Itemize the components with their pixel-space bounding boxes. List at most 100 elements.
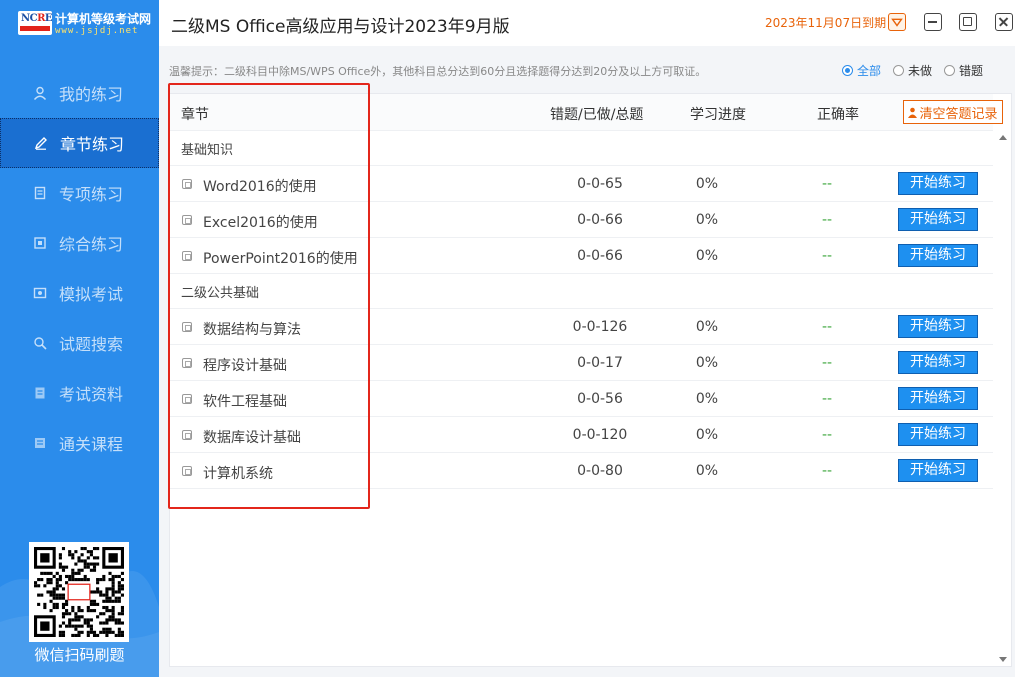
scroll-up-icon[interactable]	[999, 135, 1007, 140]
table-row: 数据库设计基础 0-0-120 0% -- 开始练习	[170, 417, 993, 453]
chapter-accuracy: --	[821, 176, 833, 192]
sidebar-item-label: 模拟考试	[59, 285, 124, 304]
header-progress: 学习进度	[690, 107, 746, 123]
vertical-scrollbar[interactable]	[995, 131, 1011, 666]
chapter-progress: 0%	[695, 319, 719, 335]
title-bar: 二级MS Office高级应用与设计2023年9月版 2023年11月07日到期	[159, 0, 1015, 46]
maximize-button[interactable]	[959, 13, 977, 31]
filter-radio-0[interactable]: 全部	[842, 62, 881, 79]
main-content: 温馨提示：二级科目中除MS/WPS Office外，其他科目总分达到60分且选择…	[159, 46, 1015, 677]
chapter-accuracy: --	[821, 355, 833, 371]
group-header: 二级公共基础	[170, 274, 993, 309]
header-stats: 错题/已做/总题	[550, 107, 644, 123]
chapter-stats: 0-0-126	[572, 319, 628, 335]
start-practice-button[interactable]: 开始练习	[898, 351, 978, 374]
table-row: Excel2016的使用 0-0-66 0% -- 开始练习	[170, 202, 993, 238]
chapter-progress: 0%	[695, 212, 719, 228]
header-chapter: 章节	[181, 107, 209, 123]
chapter-name: 计算机系统	[203, 466, 273, 482]
chapter-icon	[182, 466, 192, 476]
qr-code	[29, 542, 129, 642]
ncre-logo-icon: NCRE	[18, 11, 53, 35]
minimize-button[interactable]	[924, 13, 942, 31]
sidebar-item-0[interactable]: 我的练习	[0, 68, 159, 118]
header-accuracy: 正确率	[817, 107, 859, 123]
sidebar-item-1[interactable]: 章节练习	[0, 118, 159, 168]
sidebar-nav: 我的练习章节练习专项练习综合练习模拟考试试题搜索考试资料通关课程	[0, 68, 159, 468]
chapter-stats: 0-0-66	[577, 248, 623, 264]
sidebar-item-label: 我的练习	[59, 85, 124, 104]
radio-icon	[944, 65, 956, 76]
table-row: Word2016的使用 0-0-65 0% -- 开始练习	[170, 166, 993, 202]
chapter-icon	[182, 215, 192, 225]
chapter-name: 数据结构与算法	[203, 322, 301, 338]
close-button[interactable]	[995, 13, 1013, 31]
sidebar-item-2[interactable]: 专项练习	[0, 168, 159, 218]
sidebar-item-4[interactable]: 模拟考试	[0, 268, 159, 318]
chapter-list: 基础知识 Word2016的使用 0-0-65 0% -- 开始练习 Excel2016的使…	[170, 131, 993, 489]
chapter-stats: 0-0-80	[577, 463, 623, 479]
chapter-accuracy: --	[821, 248, 833, 264]
document-icon	[33, 186, 47, 200]
table-row: 计算机系统 0-0-80 0% -- 开始练习	[170, 453, 993, 489]
start-practice-button[interactable]: 开始练习	[898, 387, 978, 410]
scroll-down-icon[interactable]	[999, 657, 1007, 662]
logo-title: 计算机等级考试网	[55, 12, 152, 26]
table-row: PowerPoint2016的使用 0-0-66 0% -- 开始练习	[170, 238, 993, 274]
filter-radio-1[interactable]: 未做	[893, 62, 932, 79]
chapter-accuracy: --	[821, 463, 833, 479]
chapter-name: PowerPoint2016的使用	[203, 251, 358, 267]
chapter-name: 数据库设计基础	[203, 430, 301, 446]
start-practice-button[interactable]: 开始练习	[898, 315, 978, 338]
chapter-stats: 0-0-120	[572, 427, 628, 443]
start-practice-button[interactable]: 开始练习	[898, 244, 978, 267]
logo-badge-stripe	[20, 26, 50, 31]
chapter-stats: 0-0-66	[577, 212, 623, 228]
sidebar-item-label: 考试资料	[59, 385, 124, 404]
sidebar-item-label: 专项练习	[59, 185, 124, 204]
chapter-name: 软件工程基础	[203, 394, 287, 410]
window-title: 二级MS Office高级应用与设计2023年9月版	[171, 17, 510, 37]
pencil-icon	[34, 136, 48, 150]
chapter-icon	[182, 430, 192, 440]
start-practice-button[interactable]: 开始练习	[898, 423, 978, 446]
vip-badge-icon[interactable]	[888, 13, 906, 31]
chapter-stats: 0-0-65	[577, 176, 623, 192]
sidebar-item-label: 章节练习	[60, 135, 125, 154]
table-row: 数据结构与算法 0-0-126 0% -- 开始练习	[170, 309, 993, 345]
chapter-icon	[182, 358, 192, 368]
chapter-panel: 章节 错题/已做/总题 学习进度 正确率 清空答题记录 基础知识 Word2016…	[169, 93, 1012, 667]
table-header: 章节 错题/已做/总题 学习进度 正确率 清空答题记录	[170, 94, 1003, 131]
layers-icon	[33, 236, 47, 250]
user-icon	[908, 107, 918, 118]
filter-label: 错题	[959, 64, 984, 78]
course-icon	[33, 436, 47, 450]
radio-icon	[842, 65, 853, 76]
chapter-progress: 0%	[695, 355, 719, 371]
chapter-progress: 0%	[695, 391, 719, 407]
start-practice-button[interactable]: 开始练习	[898, 172, 978, 195]
sidebar-item-7[interactable]: 通关课程	[0, 418, 159, 468]
start-practice-button[interactable]: 开始练习	[898, 459, 978, 482]
qr-code-icon	[34, 547, 124, 637]
chapter-stats: 0-0-56	[577, 391, 623, 407]
chapter-progress: 0%	[695, 248, 719, 264]
sidebar-item-6[interactable]: 考试资料	[0, 368, 159, 418]
sidebar-item-3[interactable]: 综合练习	[0, 218, 159, 268]
sidebar-item-label: 通关课程	[59, 435, 124, 454]
filter-label: 全部	[857, 64, 882, 78]
group-header: 基础知识	[170, 131, 993, 166]
sidebar-item-5[interactable]: 试题搜索	[0, 318, 159, 368]
table-row: 程序设计基础 0-0-17 0% -- 开始练习	[170, 345, 993, 381]
chapter-name: 程序设计基础	[203, 358, 287, 374]
sidebar-item-label: 综合练习	[59, 235, 124, 254]
book-icon	[33, 386, 47, 400]
filter-label: 未做	[908, 64, 933, 78]
clear-records-button[interactable]: 清空答题记录	[903, 100, 1003, 124]
qr-caption: 微信扫码刷题	[34, 646, 125, 664]
user-icon	[33, 86, 47, 100]
radio-icon	[893, 65, 905, 76]
logo-url: www.jsjdj.net	[55, 26, 139, 36]
filter-radio-2[interactable]: 错题	[944, 62, 983, 79]
start-practice-button[interactable]: 开始练习	[898, 208, 978, 231]
